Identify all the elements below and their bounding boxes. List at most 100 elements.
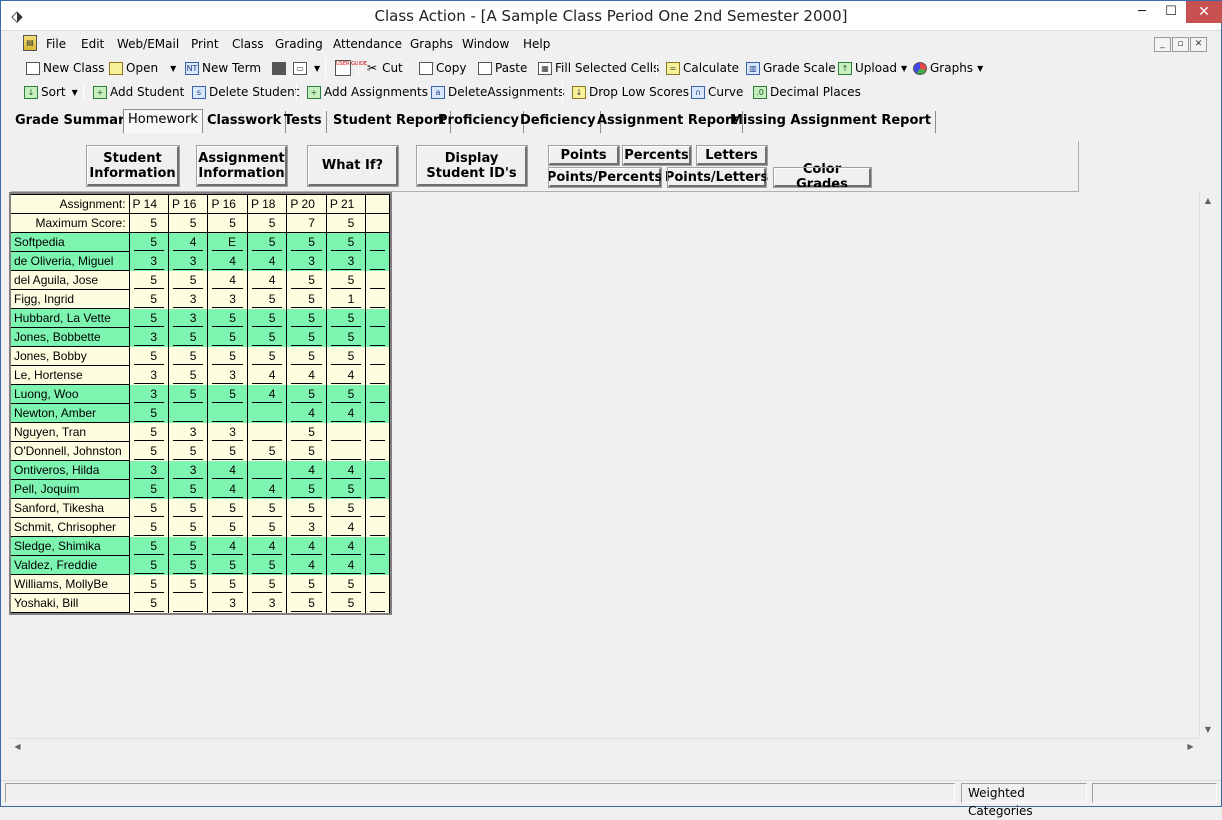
tab-classwork[interactable]: Classwork: [203, 111, 287, 133]
vertical-scrollbar[interactable]: ▲ ▼: [1199, 192, 1216, 738]
mdi-minimize-button[interactable]: _: [1154, 37, 1171, 52]
document-icon[interactable]: ▤: [23, 35, 37, 51]
mdi-restore-button[interactable]: ▫: [1172, 37, 1189, 52]
student-row-cell-3[interactable]: 5: [247, 232, 288, 252]
student-row-cell-3[interactable]: 3: [247, 593, 288, 613]
curve-button[interactable]: ∩ Curve: [691, 83, 743, 101]
student-row-cell-5[interactable]: [326, 422, 367, 442]
student-row-cell-5[interactable]: [326, 441, 367, 461]
student-row-cell-4[interactable]: 5: [286, 384, 327, 404]
student-row-cell-2[interactable]: 5: [207, 384, 248, 404]
student-row-cell-1[interactable]: 3: [168, 308, 209, 328]
new-class-button[interactable]: New Class: [26, 59, 105, 77]
student-row-cell-1[interactable]: 3: [168, 460, 209, 480]
student-row-cell-2[interactable]: 4: [207, 536, 248, 556]
student-row-cell-5[interactable]: 1: [326, 289, 367, 309]
student-information-button[interactable]: Student Information: [86, 145, 180, 187]
max-score-row-cell-5[interactable]: 5: [325, 213, 367, 233]
student-row-cell-2[interactable]: 4: [207, 460, 248, 480]
tab-grade-summary[interactable]: Grade Summary: [11, 111, 138, 133]
save-button[interactable]: [272, 59, 289, 77]
points-letters-button[interactable]: Points/Letters: [665, 167, 768, 188]
student-row-cell-2[interactable]: [207, 403, 248, 423]
calculate-button[interactable]: = Calculate: [666, 59, 739, 77]
menu-edit[interactable]: Edit: [81, 37, 104, 51]
max-score-row-cell-0[interactable]: 5: [128, 213, 170, 233]
tab-proficiency[interactable]: Proficiency: [434, 111, 524, 133]
student-row-cell-2[interactable]: 3: [207, 365, 248, 385]
close-button[interactable]: ✕: [1186, 1, 1222, 23]
student-row-label[interactable]: Yoshaki, Bill: [11, 593, 130, 613]
student-row-label[interactable]: Pell, Joquim: [11, 479, 130, 499]
student-row-cell-1[interactable]: 3: [168, 289, 209, 309]
assignment-header-row-label[interactable]: Assignment:: [11, 194, 130, 214]
student-row-cell-3[interactable]: 4: [247, 251, 288, 271]
student-row-cell-3[interactable]: 5: [247, 517, 288, 537]
student-row-cell-4[interactable]: 4: [286, 555, 327, 575]
copy-button[interactable]: Copy: [419, 59, 466, 77]
tab-deficiency[interactable]: Deficiency: [516, 111, 601, 133]
color-grades-button[interactable]: Color Grades: [773, 162, 872, 192]
student-row-label[interactable]: Sanford, Tikesha: [11, 498, 130, 518]
student-row-cell-2[interactable]: 5: [207, 346, 248, 366]
student-row-cell-4[interactable]: 5: [286, 441, 327, 461]
student-row-cell-1[interactable]: 5: [168, 346, 209, 366]
student-row-cell-3[interactable]: 4: [247, 536, 288, 556]
student-row-cell-5[interactable]: 4: [326, 460, 367, 480]
student-row-cell-4[interactable]: 5: [286, 593, 327, 613]
menu-attendance[interactable]: Attendance: [333, 37, 402, 51]
student-row-cell-0[interactable]: 5: [129, 441, 170, 461]
menu-grading[interactable]: Grading: [275, 37, 323, 51]
student-row-cell-6[interactable]: [365, 346, 390, 366]
student-row-cell-3[interactable]: 4: [247, 384, 288, 404]
student-row-cell-6[interactable]: [365, 460, 390, 480]
user-guide-button[interactable]: USER GUIDE: [335, 59, 367, 77]
student-row-cell-2[interactable]: 4: [207, 251, 248, 271]
paste-button[interactable]: Paste: [478, 59, 527, 77]
student-row-cell-5[interactable]: 5: [326, 384, 367, 404]
student-row-cell-6[interactable]: [365, 270, 390, 290]
student-row-cell-0[interactable]: 5: [129, 574, 170, 594]
chevron-down-icon[interactable]: ▼: [977, 64, 983, 73]
student-row-cell-1[interactable]: [168, 593, 209, 613]
student-row-cell-2[interactable]: 5: [207, 308, 248, 328]
student-row-cell-4[interactable]: 5: [286, 327, 327, 347]
student-row-cell-1[interactable]: [168, 403, 209, 423]
student-row-cell-0[interactable]: 5: [129, 479, 170, 499]
student-row-cell-4[interactable]: 3: [286, 517, 327, 537]
student-row-cell-0[interactable]: 5: [129, 270, 170, 290]
student-row-label[interactable]: Newton, Amber: [11, 403, 130, 423]
student-row-cell-2[interactable]: 4: [207, 479, 248, 499]
scroll-up-icon[interactable]: ▲: [1200, 192, 1216, 209]
student-row-cell-1[interactable]: 4: [168, 232, 209, 252]
student-row-cell-0[interactable]: 5: [129, 308, 170, 328]
student-row-cell-6[interactable]: [365, 593, 390, 613]
student-row-cell-5[interactable]: 5: [326, 498, 367, 518]
student-row-cell-2[interactable]: 5: [207, 517, 248, 537]
max-score-row-cell-6[interactable]: [365, 213, 390, 233]
tab-homework[interactable]: Homework: [123, 109, 203, 133]
student-row-cell-6[interactable]: [365, 479, 390, 499]
delete-student-button[interactable]: s Delete Student: [192, 83, 299, 101]
student-row-cell-0[interactable]: 5: [129, 593, 170, 613]
student-row-cell-2[interactable]: 3: [207, 593, 248, 613]
cut-button[interactable]: ✂ Cut: [367, 59, 403, 77]
add-assignments-button[interactable]: + Add Assignments: [307, 83, 428, 101]
assignment-header-row-cell-0[interactable]: P 14: [128, 194, 170, 214]
drop-low-scores-button[interactable]: ↓ Drop Low Scores: [572, 83, 689, 101]
student-row-cell-1[interactable]: 3: [168, 422, 209, 442]
menu-window[interactable]: Window: [462, 37, 509, 51]
student-row-label[interactable]: O'Donnell, Johnston: [11, 441, 130, 461]
student-row-cell-5[interactable]: 5: [326, 270, 367, 290]
student-row-cell-4[interactable]: 5: [286, 479, 327, 499]
student-row-cell-6[interactable]: [365, 498, 390, 518]
student-row-cell-1[interactable]: 5: [168, 441, 209, 461]
student-row-cell-5[interactable]: 5: [326, 593, 367, 613]
student-row-cell-3[interactable]: 4: [247, 365, 288, 385]
letters-button[interactable]: Letters: [696, 145, 768, 166]
student-row-cell-1[interactable]: 5: [168, 327, 209, 347]
student-row-cell-4[interactable]: 5: [286, 270, 327, 290]
student-row-cell-0[interactable]: 5: [129, 289, 170, 309]
student-row-cell-6[interactable]: [365, 308, 390, 328]
student-row-cell-1[interactable]: 5: [168, 270, 209, 290]
